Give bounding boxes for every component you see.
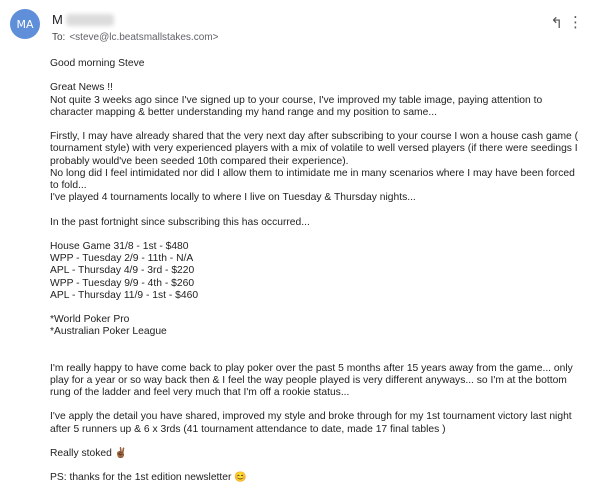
result-item: APL - Thursday 11/9 - 1st - $460 bbox=[50, 289, 199, 301]
result-item: APL - Thursday 4/9 - 3rd - $220 bbox=[50, 265, 195, 277]
victory-hand-icon: ✌🏾 bbox=[114, 447, 128, 459]
email-header: MA M To: <steve@lc.beatsmallstakes.com> ↰… bbox=[0, 0, 597, 52]
sender-initial: M bbox=[52, 12, 63, 27]
body-line: to fold... bbox=[50, 180, 87, 191]
smile-icon: 😊 bbox=[234, 472, 247, 483]
sender-name[interactable]: M bbox=[52, 12, 114, 27]
body-line: character mapping & better understanding… bbox=[50, 106, 437, 118]
stoked-line: Really stoked ✌🏾 bbox=[50, 448, 580, 460]
body-line: probably would've been seeded 10th compa… bbox=[50, 155, 349, 167]
body-line: play for a year or so way back then & I … bbox=[50, 374, 567, 386]
recipient-line: To: <steve@lc.beatsmallstakes.com> bbox=[52, 32, 218, 43]
body-line: tournament style) with very experienced … bbox=[50, 143, 578, 155]
to-label: To: bbox=[52, 32, 66, 43]
sender-name-redacted bbox=[65, 13, 114, 26]
email-body: Good morning Steve Great News !! Not qui… bbox=[50, 58, 580, 483]
body-line: In the past fortnight since subscribing … bbox=[50, 216, 310, 228]
body-line: Not quite 3 weeks ago since I've signed … bbox=[50, 94, 543, 106]
body-line: I'm really happy to have come back to pl… bbox=[50, 362, 573, 374]
sender-avatar[interactable]: MA bbox=[10, 9, 40, 39]
result-item: WPP - Tuesday 9/9 - 4th - $260 bbox=[50, 277, 195, 289]
body-line: Firstly, I may have already shared that … bbox=[50, 131, 579, 143]
greeting: Good morning Steve bbox=[50, 58, 145, 69]
ps-line: PS: thanks for the 1st edition newslette… bbox=[50, 472, 580, 483]
recipient-address[interactable]: <steve@lc.beatsmallstakes.com> bbox=[69, 32, 218, 43]
body-line: after 5 runners up & 6 x 3rds (41 tourna… bbox=[50, 423, 446, 435]
body-line: I've played 4 tournaments locally to whe… bbox=[50, 192, 416, 204]
stoked-text: Really stoked bbox=[50, 447, 115, 459]
reply-icon[interactable]: ↰ bbox=[550, 14, 563, 32]
body-line: No long did I feel intimidated nor did I… bbox=[50, 167, 575, 179]
body-line: Great News !! bbox=[50, 82, 113, 94]
more-vert-icon[interactable]: ⋮ bbox=[568, 13, 583, 31]
footnote: *Australian Poker League bbox=[50, 326, 167, 338]
body-line: rung of the ladder and feel very much th… bbox=[50, 387, 350, 398]
result-item: House Game 31/8 - 1st - $480 bbox=[50, 240, 189, 252]
body-line: I've apply the detail you have shared, i… bbox=[50, 411, 572, 423]
footnote: *World Poker Pro bbox=[50, 314, 130, 326]
result-item: WPP - Tuesday 2/9 - 11th - N/A bbox=[50, 253, 194, 265]
ps-text: PS: thanks for the 1st edition newslette… bbox=[50, 472, 235, 483]
